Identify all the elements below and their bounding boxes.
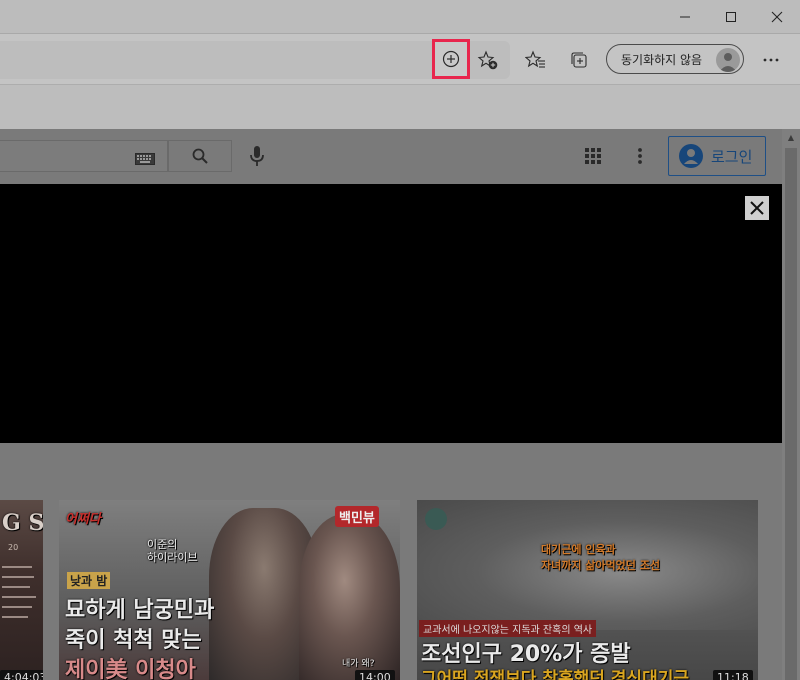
favorites-button[interactable] [520, 44, 552, 76]
close-window-button[interactable] [754, 0, 800, 33]
settings-more-button[interactable] [755, 44, 787, 76]
voice-search-button[interactable] [244, 142, 270, 170]
add-favorite-button[interactable] [472, 44, 504, 76]
close-icon [771, 11, 783, 22]
video-duration: 4:04:03 [0, 670, 43, 680]
collections-button[interactable] [563, 44, 595, 76]
avatar [716, 48, 740, 72]
profile-button[interactable]: 동기화하지 않음 [606, 44, 744, 74]
person-icon [719, 53, 737, 72]
video-thumbnail[interactable]: G S 20 4:04:03 [0, 500, 43, 680]
side-caption: 내가 왜? [342, 659, 375, 669]
channel-logo [425, 508, 447, 530]
thumbnail-headline-1: 묘하게 남궁민과 [65, 598, 215, 623]
profile-label: 동기화하지 않음 [621, 52, 703, 67]
signin-label: 로그인 [711, 147, 753, 166]
scroll-up-arrow-icon[interactable]: ▲ [786, 133, 796, 143]
thumbnail-headline-2: 그어떤 전쟁보다 참혹했던 경신대기근 [421, 669, 689, 680]
vertical-more-icon [638, 148, 642, 164]
search-button[interactable] [168, 140, 232, 172]
name-caption: 이준의 하이라이브 [147, 538, 198, 564]
thumbnail-tracklist [2, 560, 40, 660]
account-icon [679, 144, 703, 168]
painting-caption: 대기근에 인육과 자녀까지 삶아먹었던 조선 [541, 543, 660, 572]
channel-logo: 백민뷰 [335, 506, 379, 527]
video-player[interactable] [0, 184, 782, 443]
settings-button[interactable] [626, 141, 654, 171]
video-duration: 14:00 [355, 670, 395, 680]
more-icon [763, 58, 779, 62]
thumbnail-title-fragment: G S [2, 510, 43, 536]
close-video-button[interactable] [745, 196, 769, 220]
scrollbar-thumb[interactable] [785, 148, 797, 680]
video-thumbnail[interactable]: 어쩌다 백민뷰 이준의 하이라이브 낮과 밤 묘하게 남궁민과 죽이 척척 맞는… [59, 500, 400, 680]
search-icon [192, 148, 208, 164]
favorites-icon [525, 50, 545, 68]
signin-button[interactable]: 로그인 [668, 136, 766, 176]
microphone-icon [250, 146, 264, 166]
topic-band: 교과서에 나오지않는 지독과 잔혹의 역사 [419, 620, 597, 637]
maximize-button[interactable] [708, 0, 754, 33]
minimize-button[interactable] [662, 0, 708, 33]
apps-button[interactable] [578, 141, 608, 171]
favorites-bar [0, 84, 800, 130]
thumbnail-headline-2: 죽이 척척 맞는 [65, 628, 202, 653]
add-favorite-icon [477, 50, 498, 70]
app-available-icon [442, 50, 460, 68]
minimize-icon [680, 16, 690, 17]
keyboard-icon[interactable] [135, 150, 155, 165]
collections-icon [571, 52, 587, 68]
close-icon [750, 201, 764, 215]
video-duration: 11:18 [713, 670, 753, 680]
show-tag: 낮과 밤 [67, 572, 111, 589]
app-available-button[interactable] [432, 39, 470, 79]
maximize-icon [726, 11, 736, 22]
thumbnail-subtitle-fragment: 20 [8, 543, 19, 552]
video-thumbnail[interactable]: 대기근에 인육과 자녀까지 삶아먹었던 조선 교과서에 나오지않는 지독과 잔혹… [417, 500, 758, 680]
apps-grid-icon [585, 148, 601, 164]
channel-badge: 어쩌다 [65, 512, 101, 527]
thumbnail-headline-3: 제이美 이청아 [65, 658, 196, 680]
